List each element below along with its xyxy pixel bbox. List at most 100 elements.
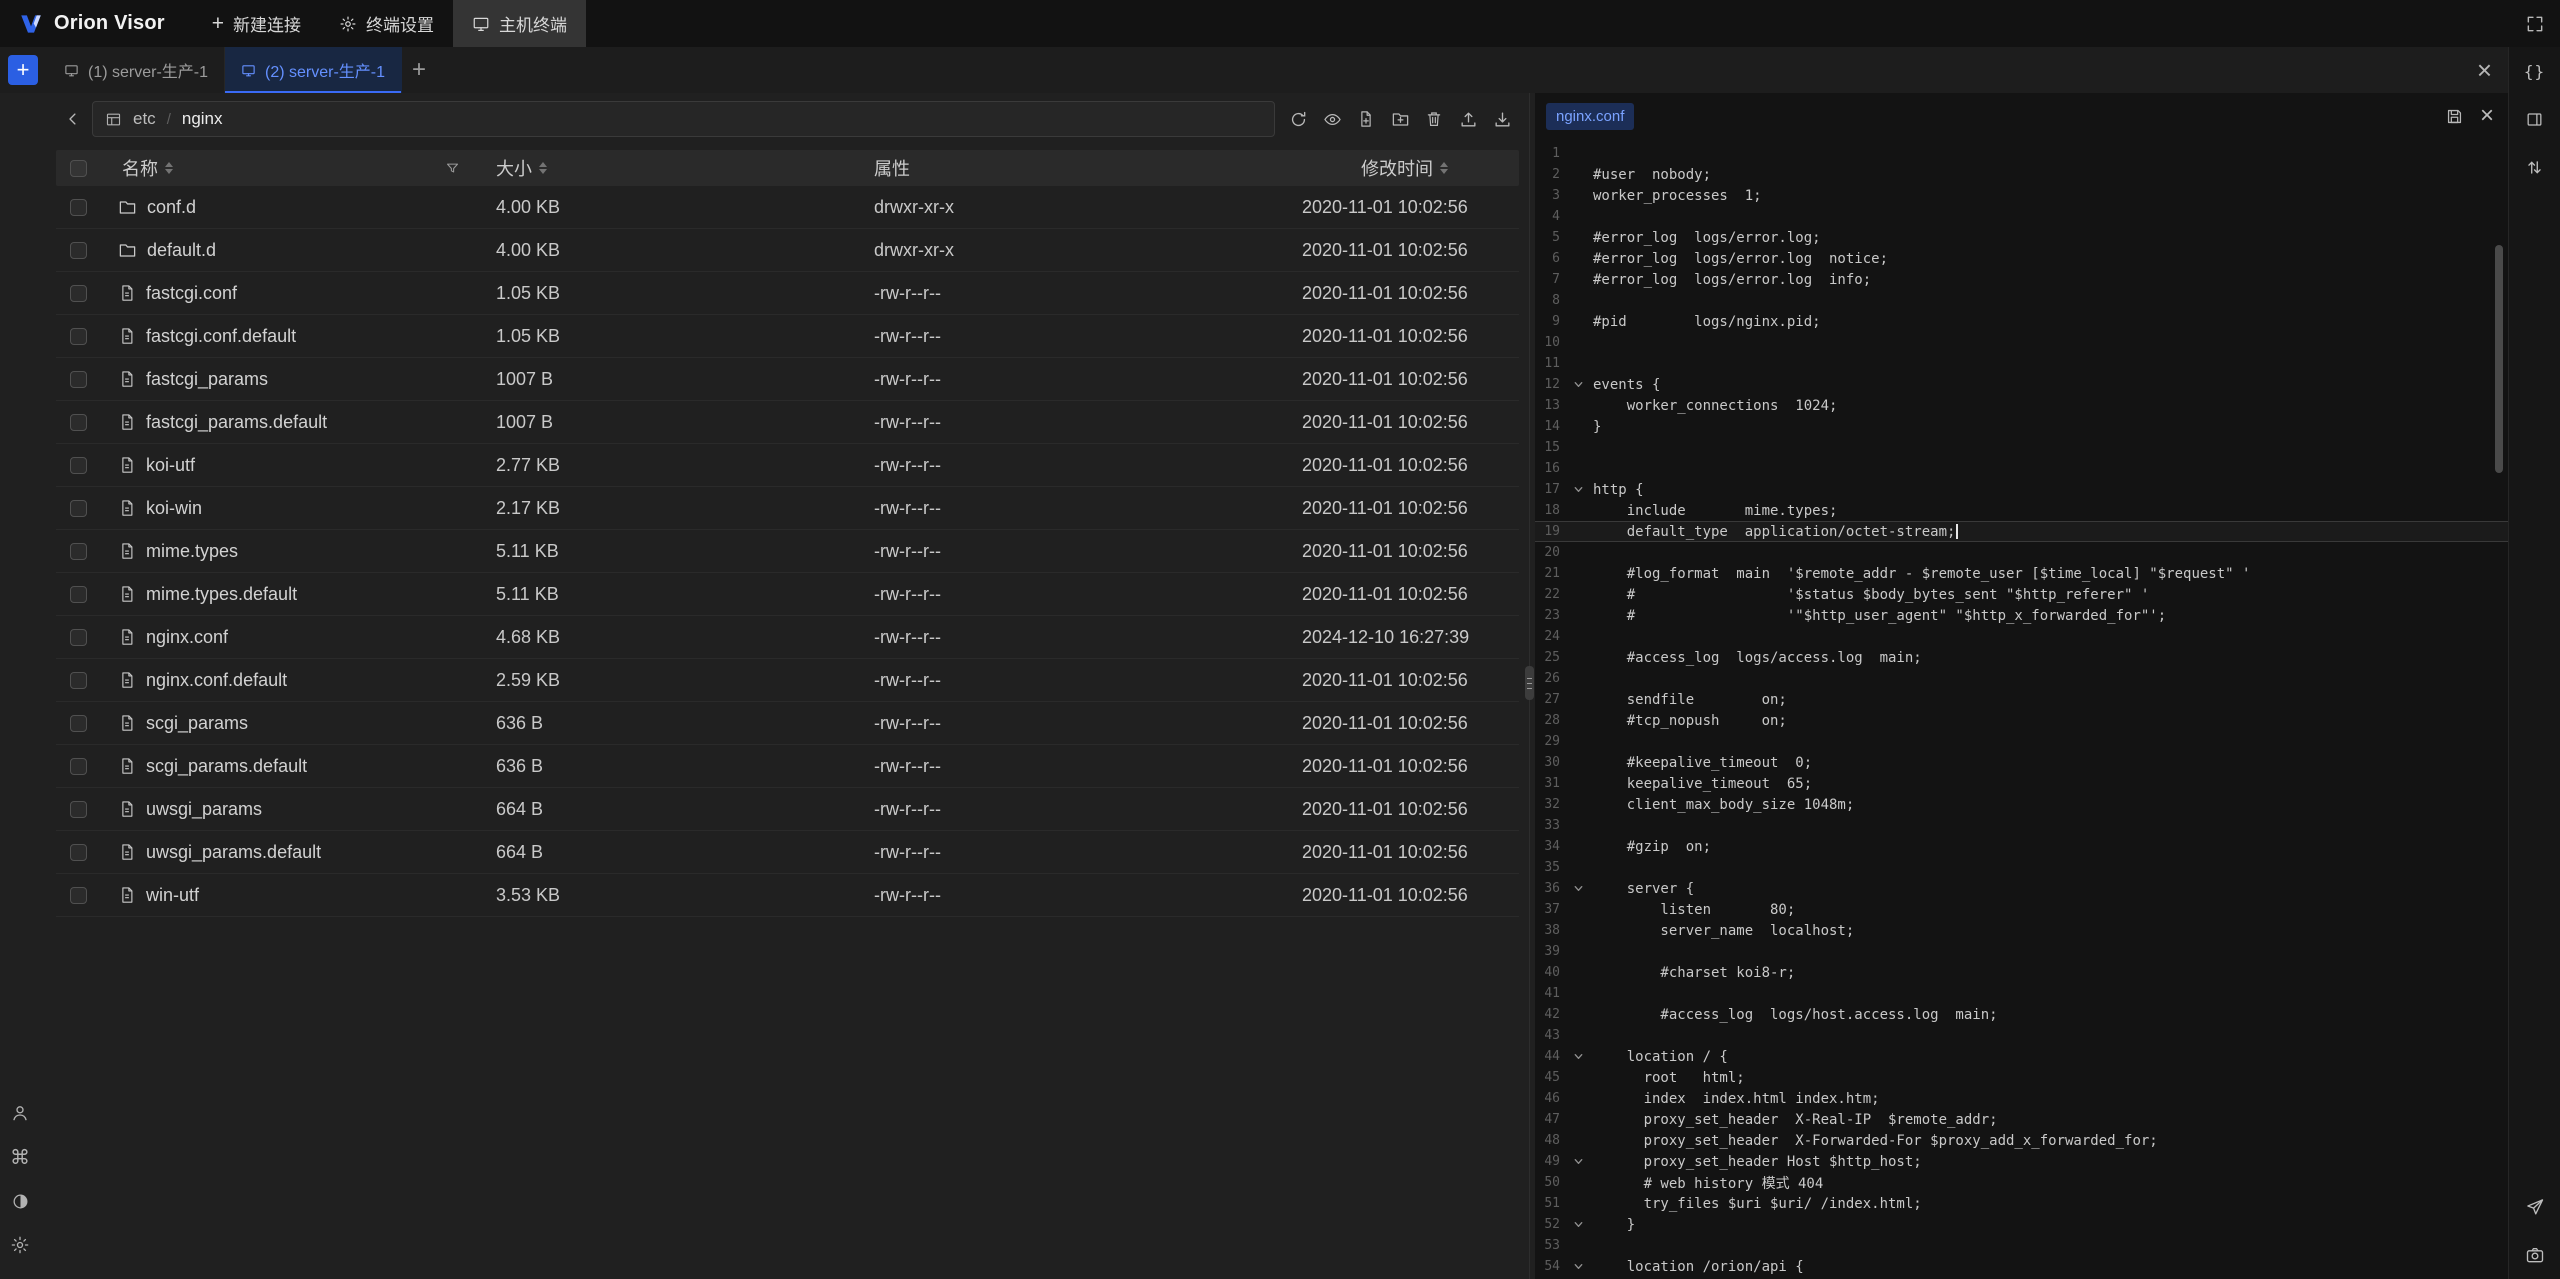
row-checkbox[interactable] [70,199,87,216]
table-row[interactable]: fastcgi_params.default 1007 B -rw-r--r--… [56,401,1519,444]
row-checkbox[interactable] [70,328,87,345]
row-checkbox[interactable] [70,371,87,388]
theme-icon[interactable] [0,1179,40,1223]
line-number: 46 [1535,1091,1565,1106]
table-row[interactable]: nginx.conf.default 2.59 KB -rw-r--r-- 20… [56,659,1519,702]
editor-scrollbar-thumb[interactable] [2495,245,2503,473]
splitter-grip-handle[interactable] [1525,666,1534,700]
table-row[interactable]: conf.d 4.00 KB drwxr-xr-x 2020-11-01 10:… [56,186,1519,229]
column-header-name[interactable]: 名称 [100,155,488,181]
table-row[interactable]: fastcgi.conf.default 1.05 KB -rw-r--r-- … [56,315,1519,358]
send-plane-icon[interactable] [2509,1183,2560,1231]
new-file-icon[interactable] [1349,102,1383,136]
command-icon[interactable]: ⌘ [0,1135,40,1179]
fullscreen-icon[interactable] [2525,14,2545,34]
filter-funnel-icon[interactable] [445,161,460,176]
table-row[interactable]: mime.types.default 5.11 KB -rw-r--r-- 20… [56,573,1519,616]
select-all-checkbox[interactable] [70,160,87,177]
row-checkbox[interactable] [70,414,87,431]
row-checkbox[interactable] [70,500,87,517]
row-checkbox-cell [56,672,100,689]
tab-server-2[interactable]: (2) server-生产-1 [225,47,402,93]
row-checkbox[interactable] [70,887,87,904]
braces-icon[interactable]: {} [2509,47,2560,95]
line-number: 3 [1535,188,1565,203]
row-checkbox[interactable] [70,586,87,603]
row-checkbox[interactable] [70,285,87,302]
table-row[interactable]: uwsgi_params.default 664 B -rw-r--r-- 20… [56,831,1519,874]
table-row[interactable]: default.d 4.00 KB drwxr-xr-x 2020-11-01 … [56,229,1519,272]
upload-icon[interactable] [1451,102,1485,136]
fold-icon[interactable] [1565,379,1591,390]
list-view-icon[interactable] [105,111,122,128]
settings-gear-icon[interactable] [0,1223,40,1267]
column-header-size[interactable]: 大小 [488,155,866,181]
row-checkbox[interactable] [70,844,87,861]
file-name: nginx.conf.default [146,670,287,691]
row-checkbox-cell [56,715,100,732]
breadcrumb-segment-etc[interactable]: etc [133,109,156,129]
file-name-cell: fastcgi.conf.default [100,326,488,347]
panel-splitter[interactable] [1524,93,1535,1279]
line-text: } [1593,1217,1635,1233]
back-icon[interactable] [56,102,90,136]
row-checkbox[interactable] [70,457,87,474]
menu-host-terminal[interactable]: 主机终端 [453,0,586,47]
camera-icon[interactable] [2509,1231,2560,1279]
refresh-icon[interactable] [1281,102,1315,136]
fold-icon[interactable] [1565,1219,1591,1230]
row-checkbox[interactable] [70,242,87,259]
user-icon[interactable] [0,1091,40,1135]
table-row[interactable]: scgi_params.default 636 B -rw-r--r-- 202… [56,745,1519,788]
menu-terminal-settings[interactable]: 终端设置 [320,0,453,47]
table-row[interactable]: win-utf 3.53 KB -rw-r--r-- 2020-11-01 10… [56,874,1519,917]
code-line: 20 [1535,542,2508,563]
fold-icon[interactable] [1565,1261,1591,1272]
swap-vertical-icon[interactable] [2509,143,2560,191]
sort-icon[interactable] [1440,162,1448,174]
close-icon[interactable]: × [2480,104,2494,128]
table-row[interactable]: fastcgi_params 1007 B -rw-r--r-- 2020-11… [56,358,1519,401]
code-line: 19 default_type application/octet-stream… [1535,521,2508,542]
table-row[interactable]: scgi_params 636 B -rw-r--r-- 2020-11-01 … [56,702,1519,745]
save-icon[interactable] [2445,107,2464,126]
row-checkbox[interactable] [70,543,87,560]
line-number: 39 [1535,944,1565,959]
table-row[interactable]: mime.types 5.11 KB -rw-r--r-- 2020-11-01… [56,530,1519,573]
delete-trash-icon[interactable] [1417,102,1451,136]
row-checkbox[interactable] [70,801,87,818]
fold-icon[interactable] [1565,883,1591,894]
close-icon[interactable]: × [2477,57,2492,83]
row-checkbox[interactable] [70,758,87,775]
table-row[interactable]: nginx.conf 4.68 KB -rw-r--r-- 2024-12-10… [56,616,1519,659]
fold-icon[interactable] [1565,1156,1591,1167]
topbar-spacer [586,0,2525,47]
download-icon[interactable] [1485,102,1519,136]
line-number: 27 [1535,692,1565,707]
table-row[interactable]: fastcgi.conf 1.05 KB -rw-r--r-- 2020-11-… [56,272,1519,315]
tab-server-1[interactable]: (1) server-生产-1 [48,47,225,93]
breadcrumb-segment-nginx[interactable]: nginx [182,109,223,129]
row-checkbox[interactable] [70,715,87,732]
table-row[interactable]: koi-utf 2.77 KB -rw-r--r-- 2020-11-01 10… [56,444,1519,487]
sort-icon[interactable] [165,162,173,174]
code-lines: 1 2 #user nobody; 3 worker_processes 1; … [1535,143,2508,1277]
sort-icon[interactable] [539,162,547,174]
table-row[interactable]: koi-win 2.17 KB -rw-r--r-- 2020-11-01 10… [56,487,1519,530]
add-tab-button[interactable]: + [402,54,436,86]
file-modified: 2020-11-01 10:02:56 [1290,799,1519,820]
fold-icon[interactable] [1565,484,1591,495]
code-editor[interactable]: 1 2 #user nobody; 3 worker_processes 1; … [1535,139,2508,1279]
row-checkbox[interactable] [70,672,87,689]
column-header-modified[interactable]: 修改时间 [1290,155,1519,181]
new-folder-icon[interactable] [1383,102,1417,136]
panel-layout-icon[interactable] [2509,95,2560,143]
row-checkbox[interactable] [70,629,87,646]
fold-icon[interactable] [1565,1051,1591,1062]
line-text: keepalive_timeout 65; [1593,776,1812,792]
file-icon [118,843,136,861]
preview-eye-icon[interactable] [1315,102,1349,136]
new-tab-button[interactable]: + [8,55,38,85]
table-row[interactable]: uwsgi_params 664 B -rw-r--r-- 2020-11-01… [56,788,1519,831]
menu-new-connection[interactable]: + 新建连接 [193,0,320,47]
